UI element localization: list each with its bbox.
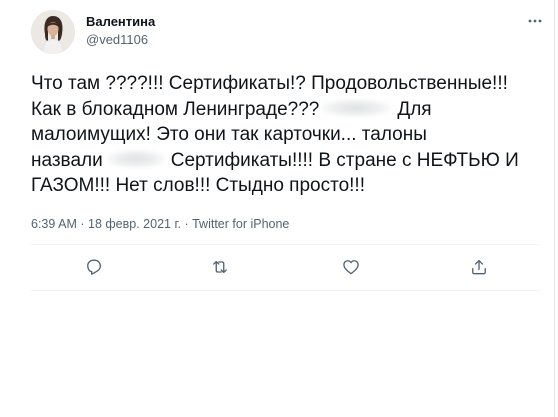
author-block[interactable]: Валентина @ved1106	[86, 13, 155, 48]
avatar-image	[31, 10, 75, 54]
tweet-text: Что там ????!!! Сертификаты!? Продовольс…	[31, 71, 541, 199]
more-options-button[interactable]	[522, 8, 548, 34]
tweet-text-fragment: Для	[397, 98, 432, 120]
reply-icon	[87, 259, 102, 275]
more-dots-icon	[528, 19, 542, 23]
tweet-text-line: назвали Сертификаты!!!! В стране с НЕФТЬЮ…	[31, 148, 541, 174]
retweet-button[interactable]	[206, 253, 234, 281]
tweet-text-line: малоимущих! Это они так карточки... тало…	[31, 124, 427, 145]
tweet-text-fragment: Как в блокадном Ленинграде???	[31, 98, 320, 120]
divider-bottom	[31, 290, 540, 291]
like-icon	[343, 260, 359, 275]
tweet-text-fragment: Сертификаты!!!! В стране с НЕФТЬЮ И	[170, 149, 519, 171]
tweet-text-line: Как в блокадном Ленинграде??? Для	[31, 97, 541, 123]
author-handle[interactable]: @ved1106	[86, 31, 155, 48]
share-button[interactable]	[465, 253, 493, 281]
divider-top	[31, 244, 540, 245]
tweet-card: Валентина @ved1106 Что там ????!!! Серти…	[0, 0, 555, 417]
author-display-name[interactable]: Валентина	[86, 13, 155, 30]
blurred-emoji	[321, 98, 392, 117]
tweet-time[interactable]: 6:39 AM	[31, 217, 77, 231]
meta-separator: ·	[184, 217, 189, 231]
reply-button[interactable]	[80, 253, 108, 281]
share-icon	[472, 259, 486, 275]
tweet-meta: 6:39 AM · 18 февр. 2021 г. · Twitter for…	[31, 216, 289, 232]
tweet-text-line: Что там ????!!! Сертификаты!? Продовольс…	[31, 73, 508, 94]
like-button[interactable]	[337, 253, 365, 281]
avatar[interactable]	[31, 10, 75, 54]
meta-separator: ·	[80, 217, 85, 231]
action-bar	[31, 253, 541, 281]
blurred-emoji	[106, 149, 165, 168]
retweet-icon	[213, 260, 227, 274]
tweet-text-fragment: назвали	[31, 149, 103, 171]
tweet-source[interactable]: Twitter for iPhone	[192, 217, 289, 231]
tweet-date[interactable]: 18 февр. 2021 г.	[88, 217, 181, 231]
tweet-text-line: ГАЗОМ!!! Нет слов!!! Стыдно просто!!!	[31, 175, 365, 196]
